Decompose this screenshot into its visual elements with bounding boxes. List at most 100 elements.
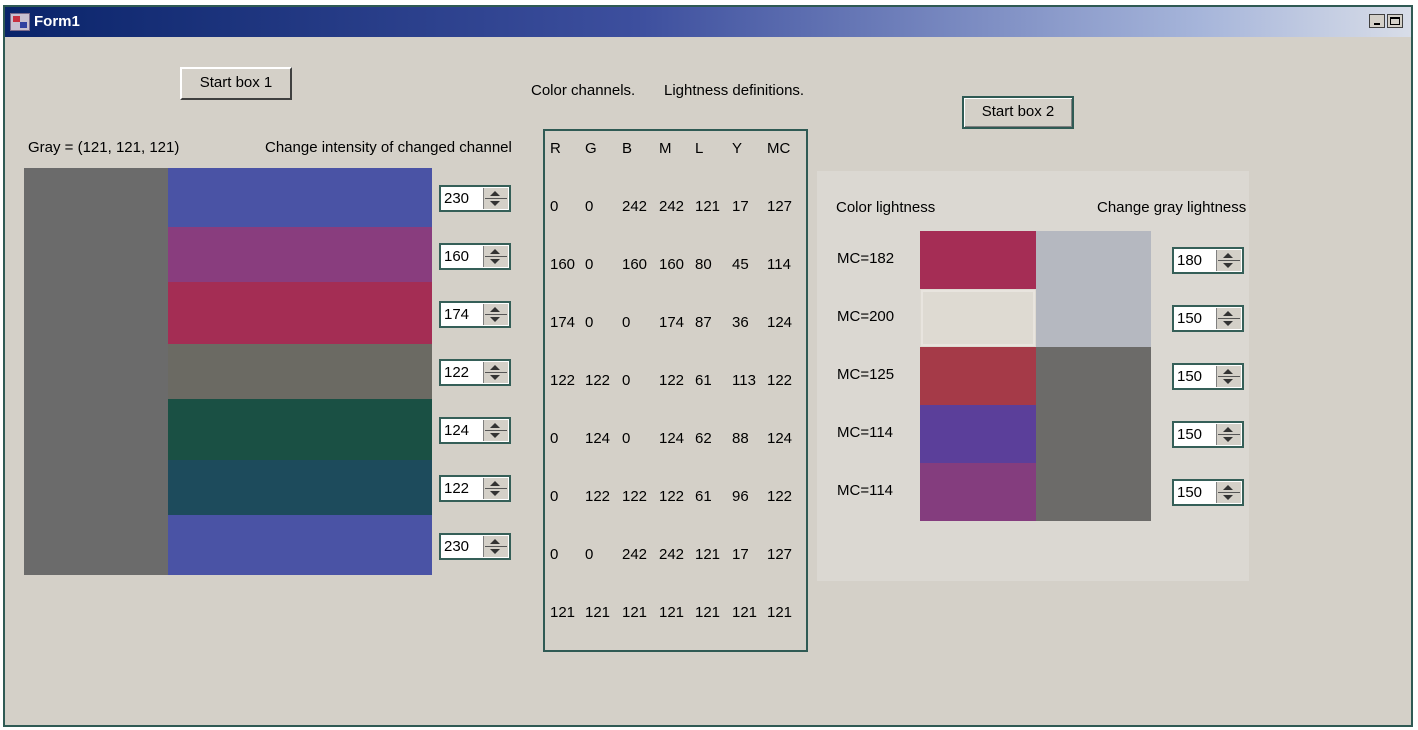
table-cell: 242 xyxy=(622,546,648,563)
title-bar[interactable]: Form1 xyxy=(5,7,1411,37)
table-cell: 127 xyxy=(767,546,793,563)
gray-lightness-spinner[interactable]: 150 xyxy=(1172,421,1244,448)
table-cell: 96 xyxy=(732,488,749,505)
table-cell: 0 xyxy=(622,430,631,447)
table-cell: 45 xyxy=(732,256,749,273)
mc-label: MC=200 xyxy=(837,308,895,325)
gray-swatch xyxy=(1036,231,1151,289)
header-y: Y xyxy=(732,140,743,157)
table-cell: 124 xyxy=(659,430,685,447)
color-swatch xyxy=(168,399,432,460)
header-b: B xyxy=(622,140,633,157)
intensity-spinner[interactable]: 230 xyxy=(439,533,511,560)
spinner-value: 150 xyxy=(1177,484,1203,501)
header-g: G xyxy=(585,140,597,157)
intensity-spinner[interactable]: 174 xyxy=(439,301,511,328)
table-cell: 121 xyxy=(585,604,611,621)
table-cell: 242 xyxy=(659,546,685,563)
table-cell: 80 xyxy=(695,256,712,273)
intensity-spinner[interactable]: 230 xyxy=(439,185,511,212)
spinner-value: 230 xyxy=(444,190,470,207)
change-intensity-label: Change intensity of changed channel xyxy=(265,139,512,156)
spinner-arrows-icon[interactable] xyxy=(1216,366,1241,387)
table-cell: 174 xyxy=(550,314,576,331)
table-cell: 122 xyxy=(659,372,685,389)
spinner-arrows-icon[interactable] xyxy=(483,420,508,441)
spinner-value: 230 xyxy=(444,538,470,555)
app-icon[interactable] xyxy=(10,13,30,31)
gray-lightness-spinner[interactable]: 150 xyxy=(1172,363,1244,390)
table-cell: 121 xyxy=(732,604,758,621)
window-title: Form1 xyxy=(34,13,80,30)
gray-lightness-spinner[interactable]: 150 xyxy=(1172,479,1244,506)
color-swatch xyxy=(168,515,432,575)
lightness-table: R G B M L Y MC 0 0 242 242 121 17 127 160 0 160 16… xyxy=(543,129,808,652)
start-box-2-button[interactable]: Start box 2 xyxy=(962,96,1074,129)
spinner-value: 122 xyxy=(444,480,470,497)
table-cell: 121 xyxy=(659,604,685,621)
table-cell: 0 xyxy=(622,372,631,389)
table-cell: 114 xyxy=(767,256,791,273)
table-cell: 122 xyxy=(585,372,611,389)
table-cell: 160 xyxy=(659,256,685,273)
table-cell: 113 xyxy=(732,372,756,389)
header-mc: MC xyxy=(767,140,791,157)
table-cell: 121 xyxy=(695,546,721,563)
start-box-1-button[interactable]: Start box 1 xyxy=(180,67,292,100)
header-l: L xyxy=(695,140,704,157)
table-cell: 127 xyxy=(767,198,793,215)
table-cell: 160 xyxy=(550,256,576,273)
color-swatch xyxy=(168,282,432,344)
intensity-spinner[interactable]: 124 xyxy=(439,417,511,444)
table-cell: 17 xyxy=(732,198,749,215)
table-cell: 124 xyxy=(585,430,611,447)
table-cell: 124 xyxy=(767,430,793,447)
spinner-value: 150 xyxy=(1177,310,1203,327)
spinner-arrows-icon[interactable] xyxy=(1216,482,1241,503)
spinner-arrows-icon[interactable] xyxy=(483,188,508,209)
mc-label: MC=114 xyxy=(837,424,894,441)
table-cell: 121 xyxy=(767,604,793,621)
spinner-value: 124 xyxy=(444,422,470,439)
table-cell: 160 xyxy=(622,256,648,273)
header-m: M xyxy=(659,140,672,157)
table-cell: 0 xyxy=(585,546,594,563)
intensity-spinner[interactable]: 160 xyxy=(439,243,511,270)
spinner-value: 160 xyxy=(444,248,470,265)
change-gray-lightness-label: Change gray lightness xyxy=(1097,199,1247,216)
client-area: Start box 1 Gray = (121, 121, 121) Chang… xyxy=(5,37,1411,725)
table-cell: 122 xyxy=(550,372,576,389)
spinner-arrows-icon[interactable] xyxy=(1216,308,1241,329)
gray-swatch xyxy=(1036,347,1151,405)
color-swatch xyxy=(168,344,432,399)
table-cell: 121 xyxy=(622,604,648,621)
color-swatch xyxy=(920,347,1036,405)
intensity-spinner[interactable]: 122 xyxy=(439,359,511,386)
spinner-arrows-icon[interactable] xyxy=(483,478,508,499)
gray-swatch xyxy=(1036,405,1151,463)
spinner-value: 180 xyxy=(1177,252,1203,269)
spinner-arrows-icon[interactable] xyxy=(483,536,508,557)
spinner-arrows-icon[interactable] xyxy=(483,246,508,267)
spinner-arrows-icon[interactable] xyxy=(483,304,508,325)
spinner-value: 150 xyxy=(1177,368,1203,385)
color-channels-label: Color channels. xyxy=(531,82,636,99)
gray-lightness-spinner[interactable]: 150 xyxy=(1172,305,1244,332)
table-cell: 61 xyxy=(695,372,712,389)
maximize-icon[interactable] xyxy=(1387,14,1403,28)
color-lightness-label: Color lightness xyxy=(836,199,936,216)
color-swatch xyxy=(920,463,1036,521)
color-swatch xyxy=(920,289,1036,347)
spinner-arrows-icon[interactable] xyxy=(1216,424,1241,445)
form1-window: Form1 Start box 1 Gray = (121, 121, 121)… xyxy=(3,5,1413,727)
minimize-icon[interactable] xyxy=(1369,14,1385,28)
table-cell: 242 xyxy=(659,198,685,215)
gray-lightness-spinner[interactable]: 180 xyxy=(1172,247,1244,274)
intensity-spinner[interactable]: 122 xyxy=(439,475,511,502)
header-r: R xyxy=(550,140,561,157)
spinner-arrows-icon[interactable] xyxy=(483,362,508,383)
spinner-arrows-icon[interactable] xyxy=(1216,250,1241,271)
table-cell: 242 xyxy=(622,198,648,215)
gray-swatch xyxy=(1036,289,1151,347)
mc-label: MC=114 xyxy=(837,482,894,499)
